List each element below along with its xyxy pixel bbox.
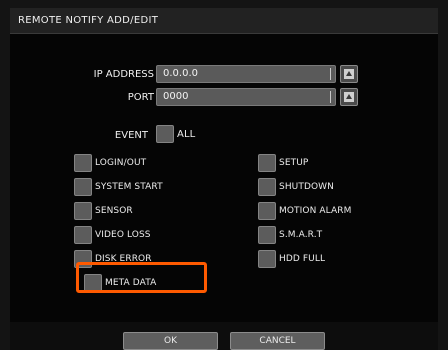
option-system-start[interactable]: SYSTEM START (74, 178, 194, 198)
checkbox-shutdown[interactable] (258, 178, 276, 196)
option-label: S.M.A.R.T (279, 230, 323, 240)
remote-notify-dialog: REMOTE NOTIFY ADD/EDIT IP ADDRESS 0.0.0.… (0, 0, 448, 350)
option-smart[interactable]: S.M.A.R.T (258, 226, 388, 246)
option-motion-alarm[interactable]: MOTION ALARM (258, 202, 388, 222)
option-label: SETUP (279, 158, 309, 168)
event-all-checkbox[interactable] (156, 125, 174, 143)
option-hdd-full[interactable]: HDD FULL (258, 250, 388, 270)
input-cursor (330, 68, 331, 80)
dialog-titlebar: REMOTE NOTIFY ADD/EDIT (10, 8, 438, 34)
option-login-out[interactable]: LOGIN/OUT (74, 154, 194, 174)
ip-keyboard-button[interactable] (340, 65, 358, 83)
dialog-title: REMOTE NOTIFY ADD/EDIT (18, 15, 159, 26)
checkbox-video-loss[interactable] (74, 226, 92, 244)
ok-button[interactable]: OK (123, 332, 218, 350)
ip-address-value: 0.0.0.0 (163, 68, 198, 79)
event-all-option[interactable]: ALL (156, 125, 216, 145)
option-label: HDD FULL (279, 254, 326, 264)
ip-address-input[interactable]: 0.0.0.0 (156, 65, 336, 83)
port-value: 0000 (163, 91, 189, 102)
option-label: LOGIN/OUT (95, 158, 147, 168)
checkbox-hdd-full[interactable] (258, 250, 276, 268)
checkbox-sensor[interactable] (74, 202, 92, 220)
option-video-loss[interactable]: VIDEO LOSS (74, 226, 194, 246)
option-setup[interactable]: SETUP (258, 154, 388, 174)
port-label: PORT (127, 92, 154, 103)
dialog-footer: OK CANCEL (10, 322, 438, 350)
checkbox-setup[interactable] (258, 154, 276, 172)
port-keyboard-button[interactable] (340, 88, 358, 106)
input-cursor (330, 91, 331, 103)
checkbox-motion-alarm[interactable] (258, 202, 276, 220)
port-input[interactable]: 0000 (156, 88, 336, 106)
keyboard-icon (344, 92, 354, 102)
dialog-content: IP ADDRESS 0.0.0.0 PORT 0000 EVENT ALL L… (10, 34, 438, 322)
option-shutdown[interactable]: SHUTDOWN (258, 178, 388, 198)
event-all-label: ALL (177, 129, 196, 140)
option-label: SENSOR (95, 206, 133, 216)
checkbox-login-out[interactable] (74, 154, 92, 172)
option-label: SYSTEM START (95, 182, 163, 192)
option-sensor[interactable]: SENSOR (74, 202, 194, 222)
option-label: SHUTDOWN (279, 182, 335, 192)
ip-address-label: IP ADDRESS (93, 69, 154, 80)
option-label: MOTION ALARM (279, 206, 352, 216)
cancel-button[interactable]: CANCEL (230, 332, 325, 350)
event-label: EVENT (114, 130, 148, 141)
keyboard-icon (344, 69, 354, 79)
meta-data-highlight-box (76, 262, 207, 293)
checkbox-system-start[interactable] (74, 178, 92, 196)
checkbox-smart[interactable] (258, 226, 276, 244)
option-label: VIDEO LOSS (95, 230, 151, 240)
